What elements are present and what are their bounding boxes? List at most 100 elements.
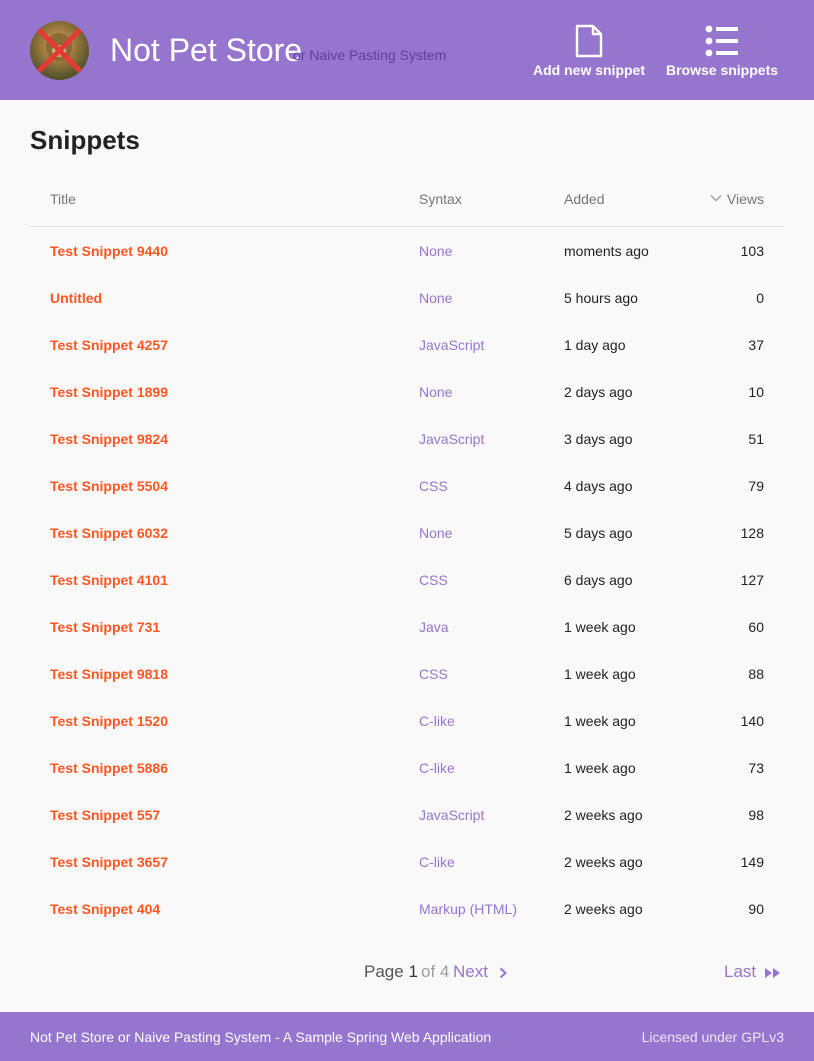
snippet-views: 88 xyxy=(748,666,764,682)
total-pages: 4 xyxy=(439,962,450,981)
table-row: Untitled None 5 hours ago 0 xyxy=(30,274,784,321)
table-row: Test Snippet 5886 C-like 1 week ago 73 xyxy=(30,744,784,791)
snippet-added: 1 day ago xyxy=(564,337,626,353)
table-row: Test Snippet 557 JavaScript 2 weeks ago … xyxy=(30,791,784,838)
snippet-syntax-link[interactable]: C-like xyxy=(419,759,455,777)
snippet-views: 90 xyxy=(748,901,764,917)
snippet-added: 1 week ago xyxy=(564,760,636,776)
footer-license[interactable]: Licensed under GPLv3 xyxy=(642,1028,784,1046)
snippet-added: 2 weeks ago xyxy=(564,807,643,823)
add-snippet-button[interactable]: Add new snippet xyxy=(528,24,650,84)
snippet-views: 79 xyxy=(748,478,764,494)
snippet-added: moments ago xyxy=(564,243,649,259)
document-icon xyxy=(575,24,603,58)
snippet-syntax-link[interactable]: Java xyxy=(419,618,449,636)
browse-snippets-label: Browse snippets xyxy=(665,62,779,78)
snippet-title-link[interactable]: Test Snippet 3657 xyxy=(50,853,168,871)
table-row: Test Snippet 5504 CSS 4 days ago 79 xyxy=(30,462,784,509)
table-row: Test Snippet 404 Markup (HTML) 2 weeks a… xyxy=(30,885,784,932)
snippet-added: 1 week ago xyxy=(564,713,636,729)
snippet-title-link[interactable]: Test Snippet 9824 xyxy=(50,430,168,448)
snippet-syntax-link[interactable]: JavaScript xyxy=(419,806,484,824)
snippet-syntax-link[interactable]: CSS xyxy=(419,571,448,589)
snippet-syntax-link[interactable]: None xyxy=(419,242,452,260)
current-page: 1 xyxy=(408,962,418,981)
snippet-syntax-link[interactable]: JavaScript xyxy=(419,430,484,448)
table-header: Title Syntax Added Views xyxy=(30,176,784,227)
snippet-title-link[interactable]: Test Snippet 9818 xyxy=(50,665,168,683)
fast-forward-icon[interactable] xyxy=(764,967,782,979)
table-row: Test Snippet 3657 C-like 2 weeks ago 149 xyxy=(30,838,784,885)
snippet-syntax-link[interactable]: JavaScript xyxy=(419,336,484,354)
snippet-added: 1 week ago xyxy=(564,619,636,635)
snippet-added: 2 weeks ago xyxy=(564,854,643,870)
snippet-syntax-link[interactable]: None xyxy=(419,289,452,307)
column-header-title[interactable]: Title xyxy=(50,191,76,207)
snippet-syntax-link[interactable]: CSS xyxy=(419,665,448,683)
last-page-link[interactable]: Last xyxy=(724,960,756,984)
browse-snippets-button[interactable]: Browse snippets xyxy=(664,24,780,84)
list-icon xyxy=(705,25,738,57)
chevron-right-icon[interactable] xyxy=(497,966,509,980)
snippet-views: 103 xyxy=(740,243,764,259)
snippet-views: 10 xyxy=(748,384,764,400)
snippet-syntax-link[interactable]: CSS xyxy=(419,477,448,495)
snippet-added: 3 days ago xyxy=(564,431,633,447)
app-footer: Not Pet Store or Naive Pasting System - … xyxy=(0,1012,814,1061)
next-page-link[interactable]: Next xyxy=(453,960,488,984)
crossed-out-logo-icon xyxy=(33,24,86,77)
snippet-syntax-link[interactable]: None xyxy=(419,383,452,401)
snippet-title-link[interactable]: Test Snippet 9440 xyxy=(50,242,168,260)
snippet-syntax-link[interactable]: C-like xyxy=(419,712,455,730)
table-row: Test Snippet 6032 None 5 days ago 128 xyxy=(30,509,784,556)
snippet-syntax-link[interactable]: C-like xyxy=(419,853,455,871)
snippet-title-link[interactable]: Test Snippet 731 xyxy=(50,618,160,636)
footer-app-description: Not Pet Store or Naive Pasting System - … xyxy=(30,1029,492,1045)
app-subtitle: or Naive Pasting System xyxy=(293,47,447,63)
snippet-title-link[interactable]: Test Snippet 4101 xyxy=(50,571,168,589)
snippet-views: 128 xyxy=(740,525,764,541)
column-header-views[interactable]: Views xyxy=(727,191,764,207)
snippet-title-link[interactable]: Test Snippet 1520 xyxy=(50,712,168,730)
column-header-added[interactable]: Added xyxy=(564,191,604,207)
snippet-added: 4 days ago xyxy=(564,478,633,494)
add-snippet-label: Add new snippet xyxy=(533,62,645,78)
snippet-views: 149 xyxy=(740,854,764,870)
snippet-title-link[interactable]: Test Snippet 5886 xyxy=(50,759,168,777)
snippet-views: 140 xyxy=(740,713,764,729)
snippet-views: 0 xyxy=(756,290,764,306)
page-indicator: Page 1 xyxy=(364,960,418,984)
snippet-title-link[interactable]: Test Snippet 4257 xyxy=(50,336,168,354)
of-label: of xyxy=(421,962,436,981)
snippet-syntax-link[interactable]: Markup (HTML) xyxy=(419,900,517,918)
snippet-views: 127 xyxy=(740,572,764,588)
table-row: Test Snippet 4101 CSS 6 days ago 127 xyxy=(30,556,784,603)
snippet-added: 2 weeks ago xyxy=(564,901,643,917)
logo[interactable] xyxy=(30,21,89,80)
snippet-title-link[interactable]: Untitled xyxy=(50,289,102,307)
table-row: Test Snippet 1899 None 2 days ago 10 xyxy=(30,368,784,415)
table-row: Test Snippet 731 Java 1 week ago 60 xyxy=(30,603,784,650)
snippet-views: 73 xyxy=(748,760,764,776)
snippet-views: 37 xyxy=(748,337,764,353)
table-row: Test Snippet 9824 JavaScript 3 days ago … xyxy=(30,415,784,462)
snippet-title-link[interactable]: Test Snippet 557 xyxy=(50,806,160,824)
snippet-added: 5 hours ago xyxy=(564,290,638,306)
snippet-title-link[interactable]: Test Snippet 5504 xyxy=(50,477,168,495)
snippet-title-link[interactable]: Test Snippet 404 xyxy=(50,900,160,918)
table-row: Test Snippet 9818 CSS 1 week ago 88 xyxy=(30,650,784,697)
snippet-title-link[interactable]: Test Snippet 6032 xyxy=(50,524,168,542)
table-body: Test Snippet 9440 None moments ago 103 U… xyxy=(30,227,784,932)
snippet-added: 2 days ago xyxy=(564,384,633,400)
snippet-views: 98 xyxy=(748,807,764,823)
chevron-down-icon[interactable] xyxy=(710,192,722,204)
app-title[interactable]: Not Pet Store xyxy=(110,30,302,70)
page-label: Page xyxy=(364,962,404,981)
column-header-syntax[interactable]: Syntax xyxy=(419,191,462,207)
snippet-added: 5 days ago xyxy=(564,525,633,541)
app-header: Not Pet Store or Naive Pasting System Ad… xyxy=(0,0,814,100)
page-total: of 4 xyxy=(421,960,449,984)
snippet-syntax-link[interactable]: None xyxy=(419,524,452,542)
snippets-table: Title Syntax Added Views Test Snippet 94… xyxy=(30,176,784,932)
snippet-title-link[interactable]: Test Snippet 1899 xyxy=(50,383,168,401)
